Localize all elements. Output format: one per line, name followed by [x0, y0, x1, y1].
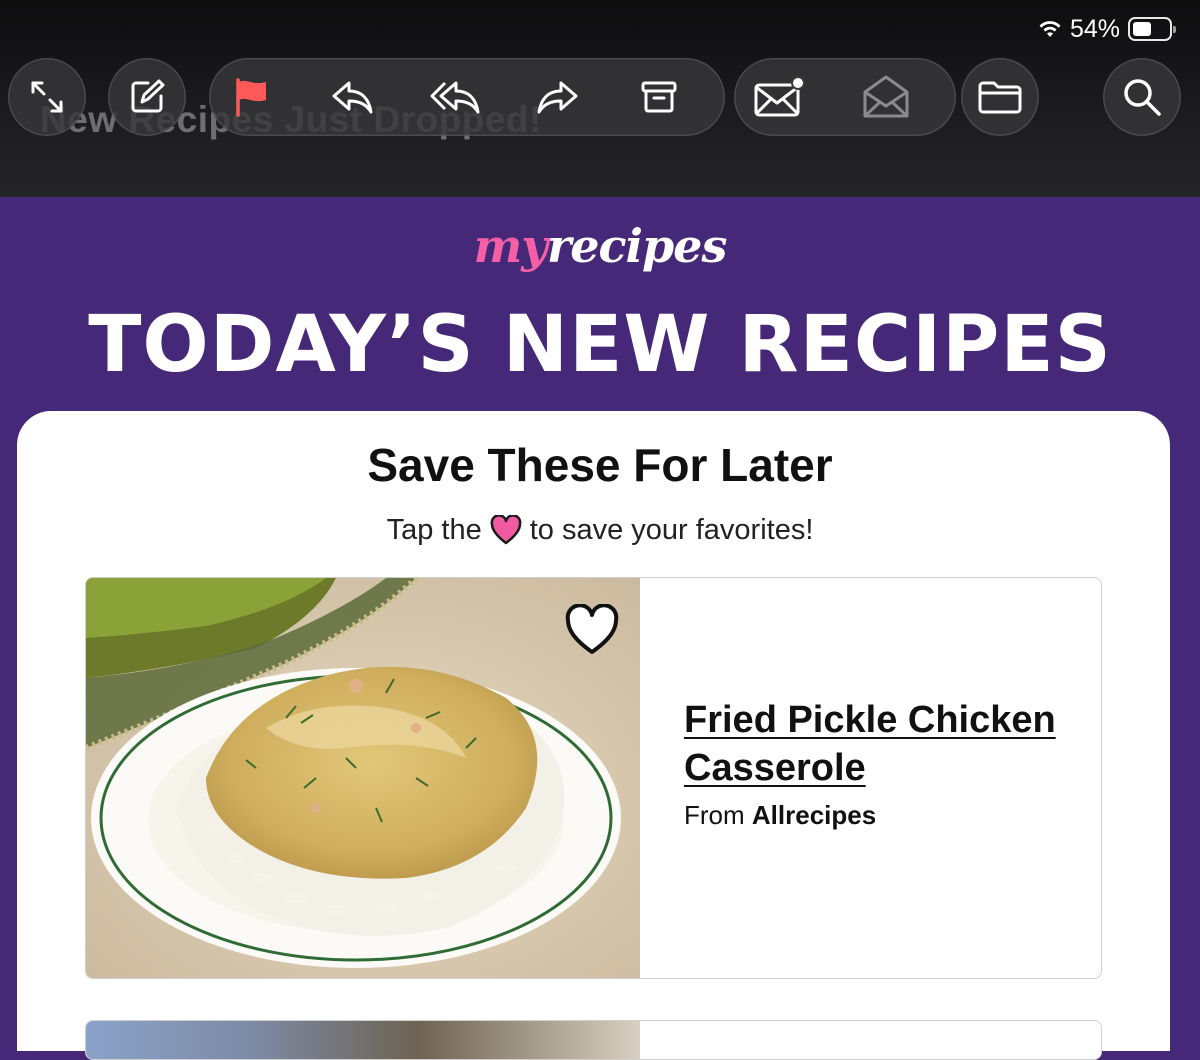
next-recipe-card[interactable]	[85, 1020, 1102, 1060]
flag-button[interactable]	[223, 69, 279, 125]
expand-pill	[8, 58, 86, 136]
from-label: From	[684, 800, 745, 830]
reply-icon	[332, 81, 373, 114]
recipe-source: From Allrecipes	[684, 800, 876, 831]
reply-all-button[interactable]	[427, 69, 483, 125]
compose-pill	[108, 58, 186, 136]
tap-to-save-instruction: Tap the to save your favorites!	[0, 511, 1200, 549]
battery-fill	[1133, 22, 1152, 36]
recipe-photo[interactable]	[86, 578, 640, 979]
envelope-badge-icon	[754, 76, 805, 117]
headline: TODAY’S NEW RECIPES	[88, 300, 1112, 390]
wifi-icon	[1039, 21, 1061, 37]
message-actions-pill	[209, 58, 725, 136]
mark-unread-button[interactable]	[752, 69, 808, 125]
compose-icon	[131, 79, 165, 113]
archive-box-icon	[641, 81, 677, 113]
compose-button[interactable]	[119, 69, 175, 125]
pink-heart-icon	[490, 515, 522, 545]
expand-button[interactable]	[19, 69, 75, 125]
heart-outline-icon	[565, 603, 619, 654]
battery-percent: 54%	[1069, 14, 1120, 43]
logo-my: my	[473, 219, 548, 273]
folder-pill	[961, 58, 1039, 136]
search-button[interactable]	[1114, 69, 1170, 125]
tap-prefix: Tap the	[386, 514, 482, 546]
source-name: Allrecipes	[751, 800, 877, 830]
favorite-heart-button[interactable]	[564, 603, 620, 656]
archive-button[interactable]	[631, 69, 687, 125]
tap-suffix: to save your favorites!	[529, 514, 814, 546]
search-icon	[1124, 79, 1161, 116]
move-folder-button[interactable]	[972, 69, 1028, 125]
forward-icon	[537, 81, 578, 114]
expand-arrows-icon	[31, 81, 63, 113]
open-envelope-icon	[863, 75, 909, 118]
read-state-pill	[734, 58, 956, 136]
mark-read-button[interactable]	[858, 69, 914, 125]
logo-recipes: recipes	[547, 219, 727, 273]
recipe-title-link[interactable]: Fried Pickle Chicken Casserole	[684, 696, 1084, 792]
folder-icon	[978, 81, 1022, 114]
flag-icon	[236, 78, 266, 117]
battery-icon	[1128, 17, 1176, 41]
status-bar: 54%	[1038, 14, 1176, 44]
reply-all-icon	[430, 81, 480, 114]
search-pill	[1103, 58, 1181, 136]
myrecipes-logo: myrecipes	[0, 216, 1200, 276]
recipe-card[interactable]: Fried Pickle Chicken Casserole From Allr…	[85, 577, 1102, 979]
reply-button[interactable]	[325, 69, 381, 125]
forward-button[interactable]	[529, 69, 585, 125]
section-title: Save These For Later	[367, 439, 833, 491]
